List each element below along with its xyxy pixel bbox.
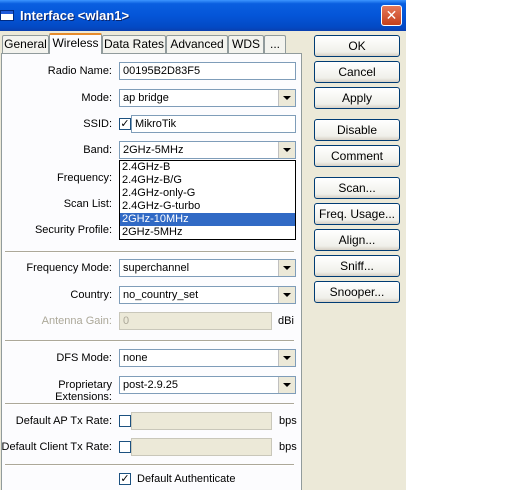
- separator: [5, 340, 294, 342]
- radio-name-label: Radio Name:: [47, 65, 112, 77]
- security-profile-label: Security Profile:: [34, 224, 112, 236]
- disable-button[interactable]: Disable: [314, 119, 400, 141]
- tab-advanced[interactable]: Advanced: [166, 35, 228, 53]
- default-client-tx-rate-input: [131, 438, 272, 456]
- proprietary-extensions-value: post-2.9.25: [123, 379, 179, 391]
- band-select[interactable]: 2GHz-5MHz: [119, 141, 296, 159]
- interface-window: Interface <wlan1> ✕ General Wireless Dat…: [0, 0, 406, 490]
- country-select[interactable]: no_country_set: [119, 286, 296, 304]
- band-option[interactable]: 2.4GHz-only-G: [120, 187, 295, 200]
- default-authenticate-label: Default Authenticate: [137, 473, 236, 485]
- chevron-down-icon[interactable]: [278, 260, 295, 276]
- tab-data-rates[interactable]: Data Rates: [102, 35, 166, 53]
- dfs-mode-label: DFS Mode:: [56, 352, 112, 364]
- snooper-button[interactable]: Snooper...: [314, 281, 400, 303]
- band-option-highlighted[interactable]: 2GHz-10MHz: [120, 213, 295, 226]
- ok-button[interactable]: OK: [314, 35, 400, 57]
- window-icon: [0, 10, 14, 21]
- dfs-mode-select[interactable]: none: [119, 349, 296, 367]
- country-value: no_country_set: [123, 289, 199, 301]
- default-client-tx-rate-checkbox[interactable]: [119, 441, 131, 453]
- chevron-down-icon[interactable]: [278, 377, 295, 393]
- default-ap-tx-rate-input: [131, 412, 272, 430]
- mode-label: Mode:: [81, 92, 112, 104]
- default-client-tx-rate-unit: bps: [279, 441, 297, 453]
- antenna-gain-input: 0: [119, 312, 272, 330]
- separator: [5, 251, 294, 253]
- chevron-down-icon[interactable]: [278, 142, 295, 158]
- window-title: Interface <wlan1>: [20, 8, 130, 23]
- tab-general[interactable]: General: [2, 35, 49, 53]
- title-bar[interactable]: Interface <wlan1> ✕: [0, 0, 406, 31]
- band-option[interactable]: 2GHz-5MHz: [120, 226, 295, 239]
- mode-value: ap bridge: [123, 92, 169, 104]
- separator: [5, 403, 294, 405]
- band-option[interactable]: 2.4GHz-B: [120, 161, 295, 174]
- default-ap-tx-rate-checkbox[interactable]: [119, 415, 131, 427]
- cancel-button[interactable]: Cancel: [314, 61, 400, 83]
- default-ap-tx-rate-unit: bps: [279, 415, 297, 427]
- chevron-down-icon[interactable]: [278, 90, 295, 106]
- country-label: Country:: [70, 289, 112, 301]
- close-button[interactable]: ✕: [381, 5, 402, 26]
- comment-button[interactable]: Comment: [314, 145, 400, 167]
- proprietary-extensions-select[interactable]: post-2.9.25: [119, 376, 296, 394]
- dfs-mode-value: none: [123, 352, 148, 364]
- scan-button[interactable]: Scan...: [314, 177, 400, 199]
- chevron-down-icon[interactable]: [278, 350, 295, 366]
- frequency-label: Frequency:: [56, 172, 112, 184]
- ssid-label: SSID:: [83, 118, 112, 130]
- band-dropdown-list: 2.4GHz-B 2.4GHz-B/G 2.4GHz-only-G 2.4GHz…: [119, 160, 296, 240]
- tab-more[interactable]: ...: [264, 35, 286, 53]
- band-label: Band:: [83, 144, 112, 156]
- ssid-input[interactable]: MikroTik: [131, 115, 296, 133]
- frequency-mode-label: Frequency Mode:: [26, 262, 112, 274]
- frequency-mode-value: superchannel: [123, 262, 190, 274]
- antenna-gain-unit: dBi: [278, 315, 294, 327]
- antenna-gain-label: Antenna Gain:: [41, 315, 112, 327]
- band-value: 2GHz-5MHz: [123, 144, 184, 156]
- mode-select[interactable]: ap bridge: [119, 89, 296, 107]
- default-ap-tx-rate-label: Default AP Tx Rate:: [15, 415, 112, 427]
- default-authenticate-checkbox[interactable]: ✓: [119, 473, 131, 485]
- radio-name-input[interactable]: 00195B2D83F5: [119, 62, 296, 80]
- band-option[interactable]: 2.4GHz-B/G: [120, 174, 295, 187]
- chevron-down-icon[interactable]: [278, 287, 295, 303]
- scan-list-label: Scan List:: [63, 198, 112, 210]
- tab-wireless[interactable]: Wireless: [49, 33, 102, 54]
- proprietary-extensions-label: Proprietary Extensions:: [55, 379, 112, 403]
- sniff-button[interactable]: Sniff...: [314, 255, 400, 277]
- band-option[interactable]: 2.4GHz-G-turbo: [120, 200, 295, 213]
- tab-strip: General Wireless Data Rates Advanced WDS…: [0, 33, 300, 54]
- frequency-mode-select[interactable]: superchannel: [119, 259, 296, 277]
- default-client-tx-rate-label: Default Client Tx Rate:: [1, 441, 112, 453]
- apply-button[interactable]: Apply: [314, 87, 400, 109]
- tab-wds[interactable]: WDS: [228, 35, 264, 53]
- align-button[interactable]: Align...: [314, 229, 400, 251]
- freq-usage-button[interactable]: Freq. Usage...: [314, 203, 400, 225]
- ssid-checkbox[interactable]: ✓: [119, 118, 131, 130]
- separator: [5, 464, 294, 466]
